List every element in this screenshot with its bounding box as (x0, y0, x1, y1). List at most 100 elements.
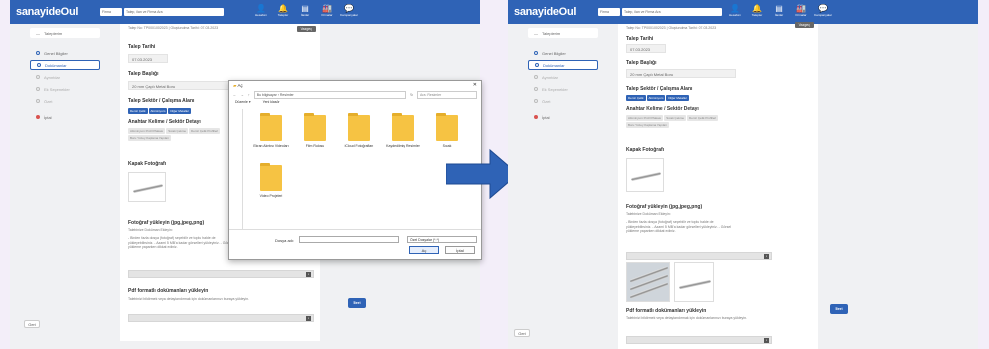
type-select[interactable]: Firma (598, 8, 620, 16)
sidebar-item-summary[interactable]: Özet (528, 96, 598, 106)
next-button[interactable]: İleri (830, 304, 848, 314)
sector-chip[interactable]: Demir Çelik (626, 95, 646, 101)
bell-icon[interactable]: 🔔 Talepler (746, 4, 768, 17)
back-button[interactable]: Geri (514, 329, 530, 337)
upload-icon[interactable]: ▪ (306, 272, 311, 277)
keyword-chip[interactable]: Alüminyum Profil Plakası (128, 128, 166, 134)
sidebar-item-details[interactable]: Ayrıntılar (30, 72, 100, 82)
radio-icon (534, 99, 538, 103)
new-folder-button[interactable]: Yeni klasör (263, 100, 280, 106)
refresh-icon[interactable]: ↻ (410, 93, 413, 97)
up-arrow-icon[interactable]: ↑ (248, 93, 250, 97)
keyword-chip[interactable]: Demir Çelik Profilleri (687, 115, 719, 121)
organize-menu[interactable]: Düzenle ▾ (235, 100, 251, 106)
keyword-chip[interactable]: Alüminyum Profil Plakası (626, 115, 664, 121)
upload-image-label: Fotoğraf yükleyin (jpg,jpeg,png) (128, 220, 205, 226)
folder-item[interactable]: Film Rulosu (295, 113, 335, 148)
folder-item[interactable]: Ekran Alıntısı Videoları (251, 113, 291, 148)
sidebar-item-options[interactable]: Ek Seçenekler (528, 84, 598, 94)
cover-photo[interactable] (128, 172, 166, 202)
type-select[interactable]: Firma (100, 8, 122, 16)
keywords-label: Anahtar Kelime / Sektör Detayı (128, 119, 201, 125)
cancel-button[interactable]: Vazgeç (794, 22, 814, 28)
dialog-search-input[interactable]: Ara: Resimler (417, 90, 477, 99)
sector-chip[interactable]: Alüminyum (646, 95, 666, 101)
keyword-chip[interactable]: Demir Çelik Profilleri (189, 128, 221, 134)
chat-icon[interactable]: 💬 Kampanyalar (812, 4, 834, 17)
keyword-chip[interactable]: Sıcak Çekme (664, 115, 687, 121)
back-to-requests[interactable]: — Taleplerim (30, 28, 100, 38)
sidebar-item-general[interactable]: Genel Bilgiler (30, 48, 100, 58)
sidebar: — Taleplerim Genel Bilgiler Dokümanlar Ay… (10, 24, 110, 349)
sector-chip[interactable]: Alüminyum (148, 108, 168, 114)
filename-input[interactable] (299, 236, 399, 243)
path-field[interactable]: Bu bilgisayar › Resimler (253, 90, 407, 99)
upload-image-label: Fotoğraf yükleyin (jpg,jpeg,png) (626, 204, 703, 210)
user-icon[interactable]: 👤 Hesabım (250, 4, 272, 17)
title-field[interactable]: 20 mm Çaplı Metal Boru (626, 69, 736, 78)
chat-icon[interactable]: 💬 Kampanyalar (338, 4, 360, 17)
radio-icon (534, 51, 538, 55)
upload-icon[interactable]: ▪ (764, 338, 769, 343)
pdf-upload-box[interactable]: ▪ (626, 336, 772, 344)
folder-item[interactable]: Video Projeleri (251, 163, 291, 198)
sidebar-item-general[interactable]: Genel Bilgiler (528, 48, 598, 58)
sidebar-item-cancel[interactable]: İptal (30, 112, 100, 122)
dialog-title: Aç (237, 83, 243, 88)
bell-icon[interactable]: 🔔 Talepler (272, 4, 294, 17)
back-arrow-icon[interactable]: ← (233, 93, 237, 97)
folder-item[interactable]: Sıcak (427, 113, 467, 148)
back-button[interactable]: Geri (24, 320, 40, 328)
search-input[interactable]: Talep, ilan ve Firma Ara (622, 8, 722, 16)
cover-photo[interactable] (626, 158, 664, 192)
open-file-dialog: ▰ Aç ✕ ← → ↑ Bu bilgisayar › Resimler ↻ … (228, 80, 482, 260)
sidebar-item-details[interactable]: Ayrıntılar (528, 72, 598, 82)
sidebar-item-documents[interactable]: Dokümanlar (30, 60, 100, 70)
next-button[interactable]: İleri (348, 298, 366, 308)
upload-icon[interactable]: ▪ (764, 254, 769, 259)
logo[interactable]: sanayideOul (16, 6, 78, 18)
file-type-select[interactable]: Özel Dosyalar (*.*) (407, 236, 477, 243)
date-field[interactable]: 07.03.2023 (626, 44, 666, 53)
upload-icon[interactable]: ▪ (306, 316, 311, 321)
pdf-upload-box[interactable]: ▪ (128, 314, 314, 322)
sector-chip[interactable]: Diğer Metaller (666, 95, 690, 101)
sector-label: Talep Sektör / Çalışma Alanı (128, 98, 195, 104)
folder-item[interactable]: iCloud Fotoğrafları (339, 113, 379, 148)
sidebar-item-cancel[interactable]: İptal (528, 112, 598, 122)
close-icon[interactable]: ✕ (473, 82, 477, 88)
sidebar-item-summary[interactable]: Özet (30, 96, 100, 106)
factory-icon[interactable]: 🏭 Firmalar (790, 4, 812, 17)
date-field[interactable]: 07.03.2023 (128, 54, 168, 63)
request-form: Talep No: TP0001002023 | Oluşturulma Tar… (618, 22, 818, 349)
title-field[interactable]: 20 mm Çaplı Metal Boru (128, 81, 238, 90)
cancel-button[interactable]: Vazgeç (296, 26, 316, 32)
search-input[interactable]: Talep, ilan ve Firma Ara (124, 8, 224, 16)
forward-arrow-icon[interactable]: → (241, 93, 245, 97)
factory-icon[interactable]: 🏭 Firmalar (316, 4, 338, 17)
keyword-chip[interactable]: Boru Yüzey Kaplama Yapıları (128, 135, 172, 141)
keyword-chip[interactable]: Sıcak Çekme (166, 128, 189, 134)
keyword-chip[interactable]: Boru Yüzey Kaplama Yapıları (626, 122, 670, 128)
uploaded-photo[interactable] (626, 262, 670, 302)
doc-icon[interactable]: ▤ İlanlar (768, 4, 790, 17)
image-upload-box[interactable]: ▪ (128, 270, 314, 278)
user-icon[interactable]: 👤 Hesabım (724, 4, 746, 17)
folder-item[interactable]: Kaydedilmiş Resimler (383, 113, 423, 148)
sidebar-item-options[interactable]: Ek Seçenekler (30, 84, 100, 94)
address-bar: ← → ↑ Bu bilgisayar › Resimler ↻ Ara: Re… (229, 90, 481, 99)
image-upload-box[interactable]: ▪ (626, 252, 772, 260)
cover-label: Kapak Fotoğrafı (626, 147, 665, 153)
logo[interactable]: sanayideOul (514, 6, 576, 18)
back-to-requests[interactable]: — Taleplerim (528, 28, 598, 38)
dialog-cancel-button[interactable]: İptal (445, 246, 475, 254)
open-button[interactable]: Aç (409, 246, 439, 254)
uploaded-photo[interactable] (674, 262, 714, 302)
folder-icon (260, 113, 282, 141)
dialog-nav-pane[interactable] (229, 109, 243, 229)
sidebar-item-documents[interactable]: Dokümanlar (528, 60, 598, 70)
upload-image-note: - Birden fazla dosya (fotoğraf) seçebili… (128, 236, 234, 249)
doc-icon[interactable]: ▤ İlanlar (294, 4, 316, 17)
sector-chip[interactable]: Demir Çelik (128, 108, 148, 114)
sector-chip[interactable]: Diğer Metaller (168, 108, 192, 114)
